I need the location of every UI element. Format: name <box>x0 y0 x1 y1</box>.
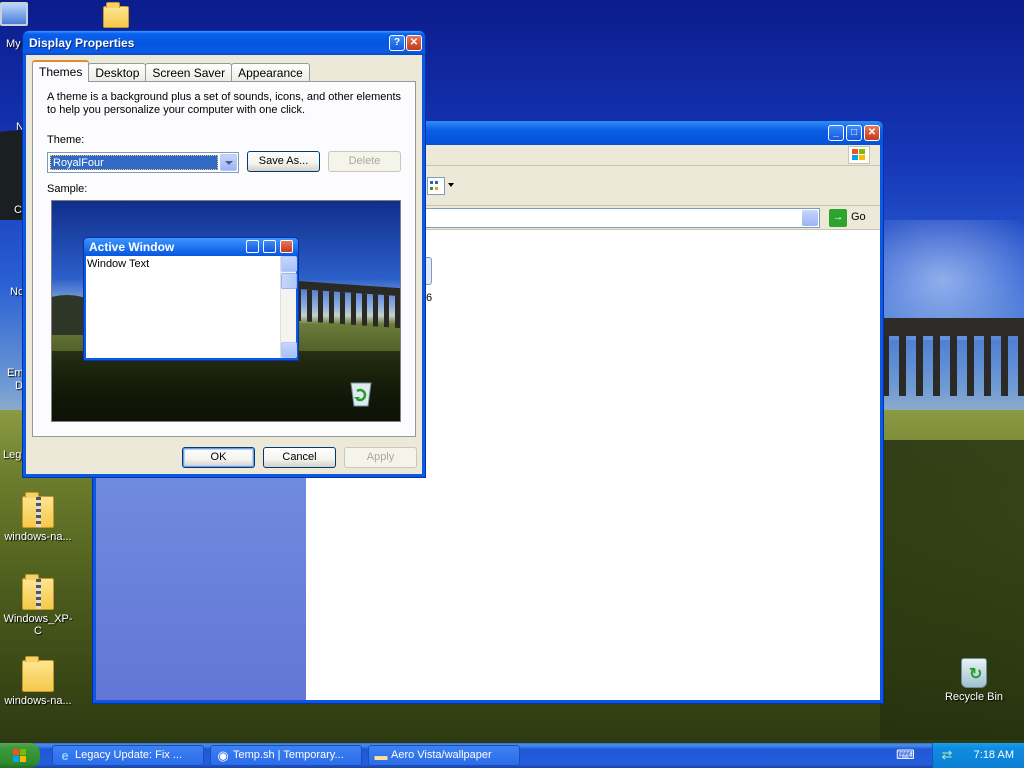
windows-logo-icon <box>13 749 26 762</box>
windows-logo-icon <box>848 146 870 164</box>
sample-window-titlebar: Active Window <box>84 238 298 256</box>
taskbar: e Legacy Update: Fix ... ◉ Temp.sh | Tem… <box>0 743 1024 768</box>
desktop-icon-recycle-bin[interactable]: Recycle Bin <box>936 658 1012 703</box>
taskbar-item-aero-vista[interactable]: ▬ Aero Vista/wallpaper <box>368 745 520 766</box>
recycle-bin-icon <box>961 658 987 688</box>
sample-window-client: Window Text <box>86 256 297 358</box>
delete-button[interactable]: Delete <box>328 151 401 172</box>
system-tray: ⇄ 7:18 AM <box>932 743 1024 768</box>
recycle-bin-icon <box>350 382 372 407</box>
keyboard-icon[interactable]: ⌨ <box>896 747 915 763</box>
tab-strip: Themes Desktop Screen Saver Appearance <box>32 60 310 82</box>
desktop-icon-windows-na-zip[interactable]: windows-na... <box>0 492 76 543</box>
cancel-button[interactable]: Cancel <box>263 447 336 468</box>
save-as-button[interactable]: Save As... <box>247 151 320 172</box>
start-button[interactable] <box>0 743 40 768</box>
theme-sample-preview: Active Window Window Text <box>51 200 401 422</box>
close-icon <box>280 240 293 253</box>
zip-folder-icon <box>22 574 54 610</box>
folder-icon <box>103 2 129 28</box>
chevron-down-icon[interactable] <box>220 154 237 171</box>
scroll-up-icon <box>281 256 297 272</box>
minimize-icon <box>246 240 259 253</box>
browser-icon: ◉ <box>217 748 229 763</box>
themes-panel: A theme is a background plus a set of so… <box>32 81 416 437</box>
desktop-icon-folder-top[interactable] <box>78 2 154 31</box>
minimize-button[interactable]: _ <box>828 125 844 141</box>
go-label: Go <box>851 211 866 223</box>
dialog-titlebar[interactable]: Display Properties ? ✕ <box>23 31 425 55</box>
taskbar-item-label: Aero Vista/wallpaper <box>391 749 492 761</box>
sample-window-text: Window Text <box>87 258 150 270</box>
dialog-title: Display Properties <box>29 36 135 50</box>
my-computer-icon <box>0 2 28 26</box>
internet-explorer-icon: e <box>61 748 69 763</box>
close-button[interactable]: ✕ <box>406 35 422 51</box>
go-arrow-icon: → <box>829 209 847 227</box>
taskbar-item-label: Legacy Update: Fix ... <box>75 749 182 761</box>
theme-select-value: RoyalFour <box>50 155 218 170</box>
desktop-icon-my-computer[interactable] <box>0 2 38 29</box>
dialog-client: Themes Desktop Screen Saver Appearance A… <box>26 55 422 474</box>
help-button[interactable]: ? <box>389 35 405 51</box>
theme-description: A theme is a background plus a set of so… <box>47 91 402 116</box>
wallpaper-viaduct <box>882 318 1024 396</box>
taskbar-item-temp-sh[interactable]: ◉ Temp.sh | Temporary... <box>210 745 362 766</box>
sample-active-window: Active Window Window Text <box>83 237 299 361</box>
scroll-thumb <box>281 273 297 289</box>
sample-window-title: Active Window <box>89 240 175 254</box>
views-icon[interactable] <box>427 177 445 195</box>
sample-label: Sample: <box>47 183 88 195</box>
desktop-partial-label: C <box>14 204 22 216</box>
file-item-partial-label: 6 <box>426 292 433 304</box>
maximize-button[interactable]: □ <box>846 125 862 141</box>
taskbar-item-label: Temp.sh | Temporary... <box>233 749 344 761</box>
desktop-icon-label: windows-na... <box>4 695 72 707</box>
desktop-icon-label: Windows_XP-C <box>3 613 73 637</box>
tab-themes[interactable]: Themes <box>32 60 90 82</box>
folder-icon: ▬ <box>374 748 388 763</box>
desktop-icon-label: Recycle Bin <box>944 691 1004 703</box>
taskbar-item-legacy-update[interactable]: e Legacy Update: Fix ... <box>52 745 204 766</box>
desktop-icon-label: windows-na... <box>4 531 72 543</box>
theme-label: Theme: <box>47 134 85 146</box>
theme-select[interactable]: RoyalFour <box>47 152 239 173</box>
address-dropdown-button[interactable] <box>802 210 818 226</box>
sample-scrollbar <box>280 256 297 358</box>
desktop-icon-windows-xp-c[interactable]: Windows_XP-C <box>0 574 76 637</box>
tab-appearance[interactable]: Appearance <box>231 63 310 81</box>
clock[interactable]: 7:18 AM <box>974 749 1014 761</box>
tab-desktop[interactable]: Desktop <box>88 63 147 81</box>
tab-screen-saver[interactable]: Screen Saver <box>145 63 233 81</box>
desktop-icon-label-my[interactable]: My <box>6 38 21 50</box>
apply-button[interactable]: Apply <box>344 447 417 468</box>
scroll-down-icon <box>281 342 297 358</box>
folder-icon <box>22 656 54 692</box>
safely-remove-hardware-icon[interactable]: ⇄ <box>939 747 955 763</box>
desktop-icon-windows-na-folder[interactable]: windows-na... <box>0 656 76 707</box>
chevron-down-icon[interactable] <box>448 183 454 187</box>
go-button[interactable]: → Go <box>829 209 866 227</box>
close-button[interactable]: ✕ <box>864 125 880 141</box>
zip-folder-icon <box>22 492 54 528</box>
display-properties-dialog[interactable]: Display Properties ? ✕ Themes Desktop Sc… <box>22 30 426 478</box>
maximize-icon <box>263 240 276 253</box>
ok-button[interactable]: OK <box>182 447 255 468</box>
